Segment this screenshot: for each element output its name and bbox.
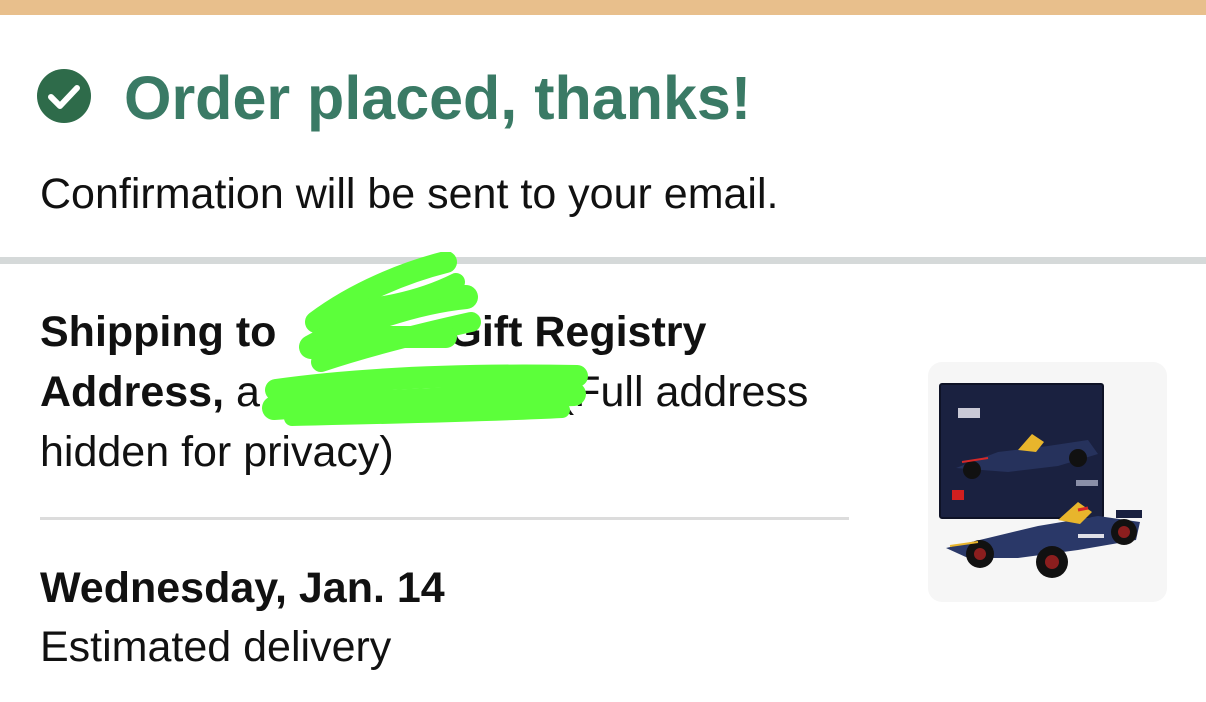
product-thumbnail[interactable] bbox=[928, 362, 1167, 602]
lego-f1-car-box-image bbox=[939, 383, 1142, 578]
check-circle-icon bbox=[37, 69, 91, 123]
order-confirmation-header: Order placed, thanks! Confirmation will … bbox=[0, 15, 1206, 258]
shipping-address-info[interactable]: Shipping to Gift Registry Address, a (Ful… bbox=[40, 302, 900, 482]
page-title: Order placed, thanks! bbox=[124, 64, 752, 132]
shipping-to-label: Shipping to bbox=[40, 308, 289, 356]
shipping-delivery-divider bbox=[40, 517, 849, 520]
confirmation-message: Confirmation will be sent to your email. bbox=[40, 170, 779, 218]
estimated-delivery-label: Estimated delivery bbox=[40, 623, 392, 671]
shipping-address-start: a bbox=[224, 368, 260, 416]
order-confirmation-page: Order placed, thanks! Confirmation will … bbox=[0, 0, 1206, 702]
top-accent-bar bbox=[0, 0, 1206, 15]
section-divider bbox=[0, 257, 1206, 264]
delivery-date: Wednesday, Jan. 14 bbox=[40, 564, 445, 612]
